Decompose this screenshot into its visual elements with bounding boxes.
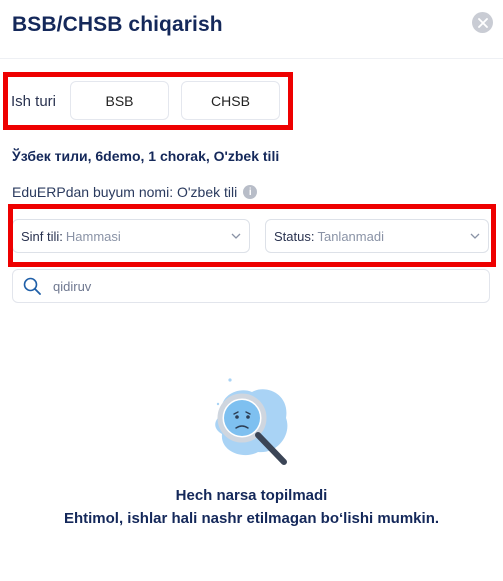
erp-item-name-text: EduERPdan buyum nomi: O'zbek tili [12, 184, 238, 200]
erp-item-name: EduERPdan buyum nomi: O'zbek tili i [12, 184, 258, 200]
highlight-box-filters [8, 204, 496, 267]
subject-info: Ўзбек тили, 6demo, 1 chorak, O'zbek tili [12, 148, 280, 164]
empty-state-subtitle: Ehtimol, ishlar hali nashr etilmagan bo‘… [63, 510, 440, 527]
info-icon[interactable]: i [243, 185, 258, 199]
close-button[interactable] [472, 12, 493, 33]
highlight-box-work-type [3, 72, 293, 130]
search-input[interactable] [51, 277, 455, 295]
no-results-illustration [215, 378, 288, 465]
header-divider [0, 58, 503, 59]
close-icon [477, 17, 488, 28]
empty-state-title: Hech narsa topilmadi [175, 487, 328, 504]
search-icon [23, 277, 41, 295]
search-box [12, 269, 490, 303]
modal-title: BSB/CHSB chiqarish [12, 13, 223, 36]
